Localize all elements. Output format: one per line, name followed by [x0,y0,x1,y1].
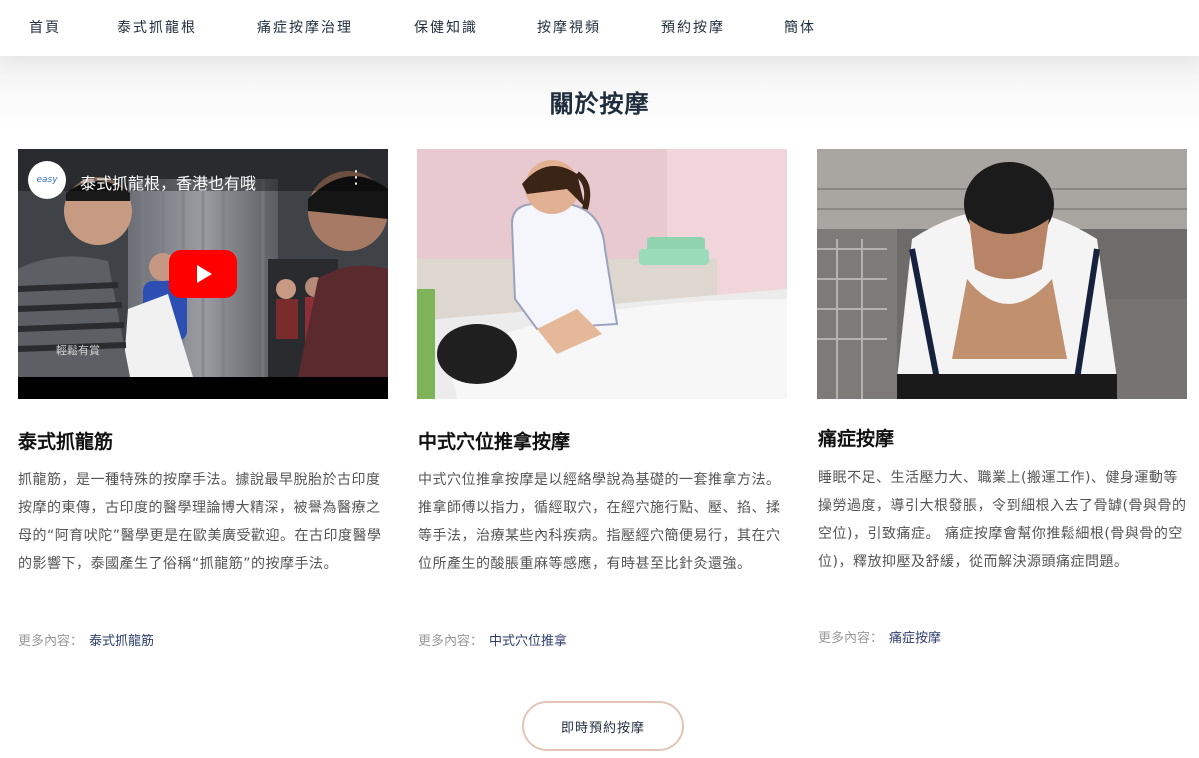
card-text-thai-massage: 抓龍筋，是一種特殊的按摩手法。據說最早脫胎於古印度按摩的東傳，古印度的醫學理論博… [18,472,382,572]
card-text-acupressure: 中式穴位推拿按摩是以經絡學說為基礎的一套推拿方法。推拿師傅以指力，循經取穴，在經… [418,472,781,572]
play-icon [197,265,212,283]
stressed-man-image [817,149,1187,399]
more-content-link-acupressure[interactable]: 中式穴位推拿 [489,634,567,649]
acupressure-massage-image [417,149,787,399]
more-content-thai-massage: 更多內容： 泰式抓龍筋 [18,630,154,649]
nav-item-health-knowledge[interactable]: 保健知識 [414,17,478,37]
video-title[interactable]: 泰式抓龍根，香港也有哦 [80,170,256,194]
nav-item-simplified[interactable]: 簡体 [784,17,816,37]
top-navigation: 首頁 泰式抓龍根 痛症按摩治理 保健知識 按摩視頻 預約按摩 簡体 [0,0,1199,56]
book-now-button[interactable]: 即時預約按摩 [522,701,684,751]
card-title-pain-massage: 痛症按摩 [818,428,895,450]
card-title-thai-massage: 泰式抓龍筋 [18,431,114,453]
more-options-icon[interactable]: ⋮ [347,169,365,187]
video-watermark: 輕鬆有賞 [56,344,100,357]
more-content-link-thai-massage[interactable]: 泰式抓龍筋 [89,634,154,649]
channel-logo[interactable]: easy [28,161,66,199]
nav-item-pain-treatment[interactable]: 痛症按摩治理 [257,17,353,37]
more-content-acupressure: 更多內容： 中式穴位推拿 [418,630,567,649]
play-button[interactable] [169,250,237,298]
more-content-label: 更多內容： [818,631,884,646]
nav-item-thai-massage[interactable]: 泰式抓龍根 [117,17,197,37]
more-content-label: 更多內容： [418,634,484,649]
video-player[interactable]: easy 泰式抓龍根，香港也有哦 ⋮ 輕鬆有賞 [18,149,388,399]
more-content-label: 更多內容： [18,634,84,649]
more-content-pain-massage: 更多內容： 痛症按摩 [818,627,941,646]
nav-item-home[interactable]: 首頁 [29,17,61,37]
nav-item-massage-videos[interactable]: 按摩視頻 [537,17,601,37]
card-text-pain-massage: 睡眠不足、生活壓力大、職業上(搬運工作)、健身運動等操勞過度，導引大根發脹，令到… [818,470,1187,570]
card-title-acupressure: 中式穴位推拿按摩 [418,431,571,453]
more-content-link-pain-massage[interactable]: 痛症按摩 [889,631,941,646]
nav-item-booking[interactable]: 預約按摩 [661,17,725,37]
channel-logo-text: easy [36,175,58,185]
section-title: 關於按摩 [549,89,650,118]
